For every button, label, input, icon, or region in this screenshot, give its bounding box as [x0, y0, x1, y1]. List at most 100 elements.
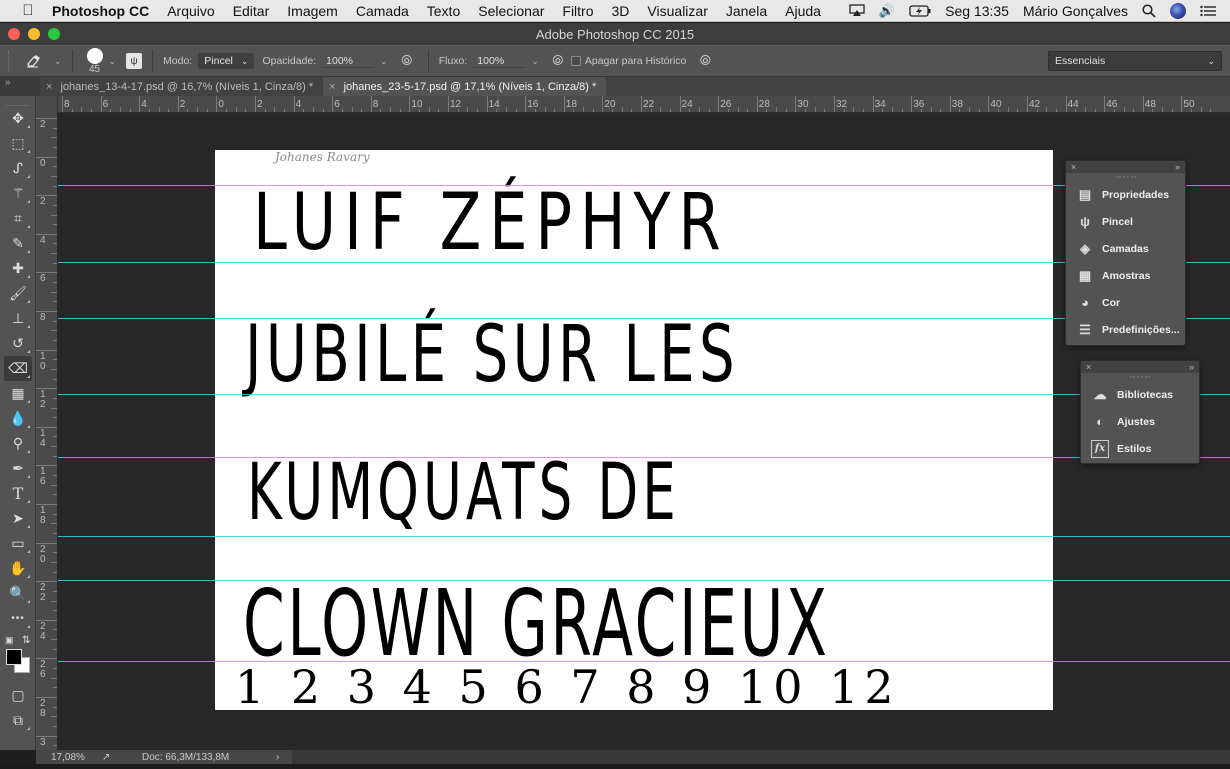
guide-line[interactable] — [58, 262, 1230, 263]
panel-grip[interactable] — [1066, 173, 1185, 181]
menu-texto[interactable]: Texto — [427, 3, 460, 19]
pressure-opacity-icon[interactable]: ⦾ — [398, 52, 416, 70]
pressure-size-icon[interactable]: ⦾ — [696, 52, 714, 70]
share-icon[interactable]: ↗ — [102, 752, 122, 763]
opacity-slider-toggle[interactable]: ⌄ — [380, 56, 388, 67]
brush-chevron-icon[interactable]: ⌄ — [109, 56, 117, 67]
ruler-origin[interactable] — [36, 96, 58, 113]
blur-tool-icon[interactable]: 💧 — [4, 406, 32, 431]
flow-slider-toggle[interactable]: ⌄ — [531, 56, 539, 67]
panel-grip[interactable] — [1081, 373, 1199, 381]
toolbar-collapse-button[interactable]: » — [0, 77, 40, 96]
default-colors-icon[interactable]: ▣ — [5, 635, 14, 646]
spotlight-icon[interactable] — [1142, 3, 1156, 18]
brush-preset-picker[interactable]: 45 — [86, 47, 103, 75]
panel-item-estilos[interactable]: fx Estilos — [1081, 435, 1199, 462]
close-panel-icon[interactable]: × — [1086, 362, 1091, 372]
marquee-tool-icon[interactable]: ⬚ — [4, 131, 32, 156]
expand-panel-icon[interactable]: » — [1189, 362, 1194, 372]
options-bar-grip[interactable] — [8, 51, 14, 71]
guide-line[interactable] — [58, 661, 1230, 662]
panel-item-bibliotecas[interactable]: ☁ Bibliotecas — [1081, 381, 1199, 408]
eraser-tool-icon[interactable]: ⌫ — [4, 356, 32, 381]
type-tool-icon[interactable]: T — [4, 481, 32, 506]
close-tab-icon[interactable]: × — [46, 81, 52, 93]
tab-johanes-23-5-17[interactable]: × johanes_23-5-17.psd @ 17,1% (Níveis 1,… — [323, 77, 607, 96]
erase-to-history-label[interactable]: Apagar para Histórico — [585, 55, 687, 67]
history-brush-tool-icon[interactable]: ↺ — [4, 331, 32, 356]
horizontal-ruler[interactable]: 8 6 4 2 0 2 4 6 8 10 12 14 16 18 20 22 24 26 28 30 32 34 36 38 4… — [36, 96, 1230, 113]
menu-arquivo[interactable]: Arquivo — [167, 3, 214, 19]
zoom-window-button[interactable] — [48, 28, 60, 40]
status-menu-arrow-icon[interactable]: › — [276, 752, 279, 763]
battery-icon[interactable] — [909, 4, 931, 17]
tab-johanes-13-4-17[interactable]: × johanes_13-4-17.psd @ 16,7% (Níveis 1,… — [40, 77, 324, 96]
quick-mask-icon[interactable]: ▢ — [4, 683, 32, 708]
document-canvas[interactable]: Johanes Ravary LUIF ZÉPHYR JUBILÉ SUR LE… — [215, 150, 1053, 710]
menu-camada[interactable]: Camada — [356, 3, 409, 19]
guide-line[interactable] — [58, 394, 1230, 395]
menu-imagem[interactable]: Imagem — [287, 3, 338, 19]
lasso-tool-icon[interactable]: ᔑ — [4, 156, 32, 181]
crop-tool-icon[interactable]: ⌗ — [4, 206, 32, 231]
horizontal-scrollbar[interactable] — [292, 750, 1230, 764]
doc-info[interactable]: Doc: 66,3M/133,8M — [142, 752, 262, 763]
dodge-tool-icon[interactable]: ⚲ — [4, 431, 32, 456]
brush-tool-icon[interactable]: 🖌 — [4, 281, 32, 306]
menu-selecionar[interactable]: Selecionar — [478, 3, 544, 19]
notification-center-icon[interactable] — [1200, 5, 1216, 17]
foreground-color[interactable] — [6, 649, 22, 665]
vertical-ruler[interactable]: 2 0 2 4 6 8 10 12 14 16 18 20 22 24 26 28 3 — [36, 113, 58, 750]
guide-line[interactable] — [58, 457, 1230, 458]
panel-item-camadas[interactable]: ◈ Camadas — [1066, 235, 1185, 262]
hand-tool-icon[interactable]: ✋ — [4, 556, 32, 581]
menu-editar[interactable]: Editar — [233, 3, 270, 19]
healing-brush-tool-icon[interactable]: ✚ — [4, 256, 32, 281]
panel-item-ajustes[interactable]: ◐ Ajustes — [1081, 408, 1199, 435]
expand-panel-icon[interactable]: » — [1175, 162, 1180, 172]
editbar-tool-icon[interactable]: ••• — [4, 606, 32, 631]
volume-icon[interactable]: 🔊 — [879, 3, 895, 19]
guide-line[interactable] — [58, 185, 1230, 186]
workspace-switcher[interactable]: Essenciais ⌄ — [1048, 51, 1222, 71]
tool-preset-picker[interactable]: ⌄ — [26, 54, 62, 68]
clone-stamp-tool-icon[interactable]: ⊥ — [4, 306, 32, 331]
magic-wand-tool-icon[interactable]: ⚚ — [4, 181, 32, 206]
panel-header[interactable]: × » — [1066, 161, 1185, 173]
apple-icon[interactable]:  — [20, 2, 36, 19]
airbrush-icon[interactable]: ⦾ — [549, 52, 567, 70]
brush-panel-toggle-icon[interactable]: ψ — [126, 53, 143, 69]
menu-ajuda[interactable]: Ajuda — [785, 3, 821, 19]
panel-item-propriedades[interactable]: ▤ Propriedades — [1066, 181, 1185, 208]
siri-icon[interactable] — [1170, 2, 1186, 19]
user-name[interactable]: Mário Gonçalves — [1023, 3, 1128, 19]
erase-to-history-checkbox[interactable] — [570, 56, 581, 66]
panel-item-predefinições[interactable]: ☰ Predefinições... — [1066, 316, 1185, 343]
panel-header[interactable]: × » — [1081, 361, 1199, 373]
pen-tool-icon[interactable]: ✒ — [4, 456, 32, 481]
zoom-tool-icon[interactable]: 🔍 — [4, 581, 32, 606]
close-window-button[interactable] — [8, 28, 20, 40]
airplay-icon[interactable] — [849, 4, 865, 17]
guide-line[interactable] — [58, 318, 1230, 319]
minimize-window-button[interactable] — [28, 28, 40, 40]
opacity-input[interactable]: 100% — [322, 55, 375, 68]
swap-colors-icon[interactable]: ⇅ — [22, 635, 30, 646]
guide-line[interactable] — [58, 536, 1230, 537]
close-panel-icon[interactable]: × — [1071, 162, 1076, 172]
menu-visualizar[interactable]: Visualizar — [647, 3, 707, 19]
menu-filtro[interactable]: Filtro — [562, 3, 593, 19]
guide-line[interactable] — [58, 580, 1230, 581]
mode-select[interactable]: Pincel ⌄ — [198, 53, 255, 69]
eyedropper-tool-icon[interactable]: ✎ — [4, 231, 32, 256]
panel-item-cor[interactable]: ◕ Cor — [1066, 289, 1185, 316]
canvas-area[interactable]: Johanes Ravary LUIF ZÉPHYR JUBILÉ SUR LE… — [58, 113, 1230, 750]
path-selection-tool-icon[interactable]: ➤ — [4, 506, 32, 531]
flow-input[interactable]: 100% — [473, 55, 526, 68]
panel-item-amostras[interactable]: ▦ Amostras — [1066, 262, 1185, 289]
gradient-tool-icon[interactable]: ▦ — [4, 381, 32, 406]
menu-3d[interactable]: 3D — [612, 3, 630, 19]
toolbar-grip[interactable] — [6, 98, 29, 106]
panel-item-pincel[interactable]: ψ Pincel — [1066, 208, 1185, 235]
close-tab-icon[interactable]: × — [329, 81, 335, 93]
